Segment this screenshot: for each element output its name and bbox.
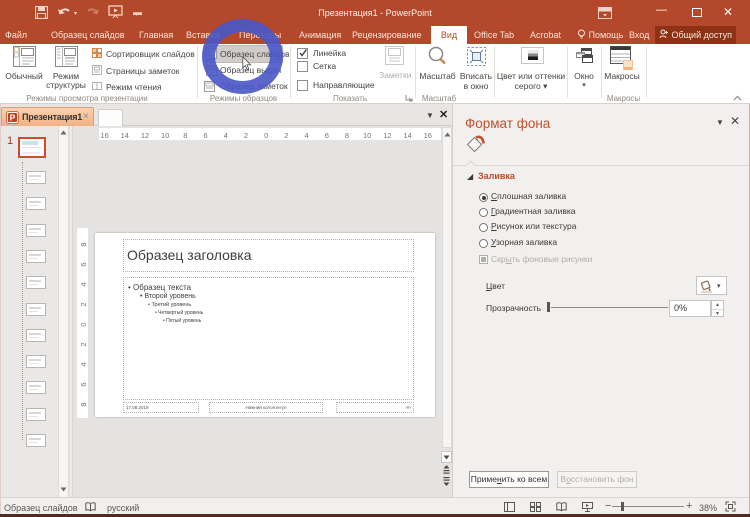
svg-text:P: P bbox=[10, 113, 16, 123]
